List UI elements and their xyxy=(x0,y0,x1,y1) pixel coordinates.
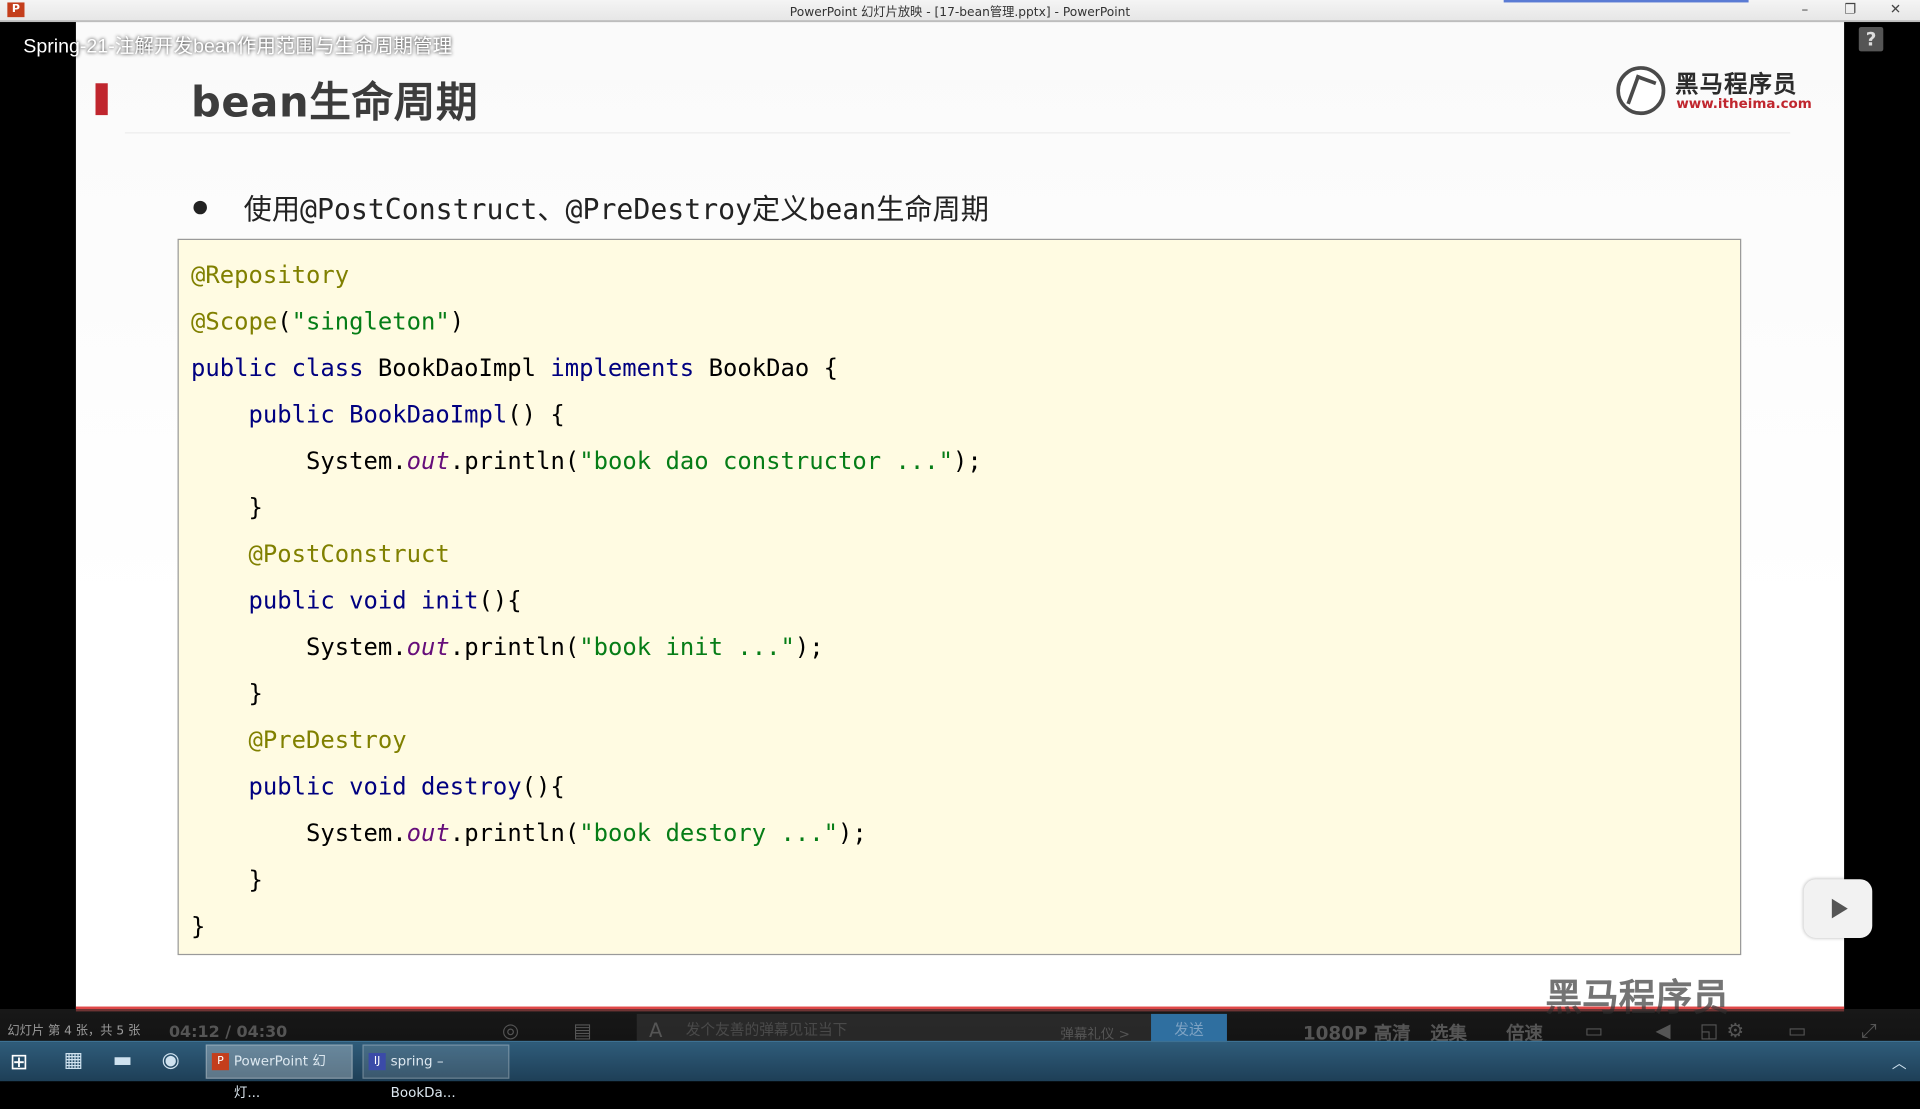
code-token: } xyxy=(191,865,263,894)
code-token: (){ xyxy=(521,772,565,801)
close-button[interactable]: ✕ xyxy=(1883,0,1907,20)
code-line: } xyxy=(191,904,982,951)
powerpoint-task-icon: P xyxy=(211,1053,229,1071)
file-explorer-icon[interactable]: ▬ xyxy=(113,1048,133,1072)
code-token: "singleton" xyxy=(291,307,450,336)
bullet-icon xyxy=(193,200,207,215)
code-token: ( xyxy=(277,307,292,336)
code-line: } xyxy=(191,857,982,904)
screen: P PowerPoint 幻灯片放映 - [17-bean管理.pptx] - … xyxy=(0,0,1920,1101)
code-line: System.out.println("book init ..."); xyxy=(191,624,982,671)
code-token: @PostConstruct xyxy=(191,540,450,569)
code-token: @Scope xyxy=(191,307,278,336)
code-line: @PostConstruct xyxy=(191,531,982,578)
code-token: } xyxy=(191,679,263,708)
code-line: @Repository xyxy=(191,252,982,299)
code-token: System. xyxy=(191,633,407,662)
code-token: init xyxy=(421,586,479,615)
code-line: public class BookDaoImpl implements Book… xyxy=(191,345,982,392)
task-label: spring – BookDa... xyxy=(390,1053,456,1101)
slide-counter: 幻灯片 第 4 张，共 5 张 xyxy=(7,1024,141,1039)
code-token: ); xyxy=(952,446,982,476)
app-grid-icon[interactable]: ▦ xyxy=(64,1048,84,1072)
heading-accent xyxy=(95,83,108,116)
itheima-logo: 黑马程序员 www.itheima.com xyxy=(1616,64,1812,123)
danmaku-toggle-icon[interactable]: ◎ xyxy=(502,1019,519,1042)
code-text: @Repository @Scope("singleton") public cla… xyxy=(191,252,982,950)
intellij-task-icon: IJ xyxy=(368,1053,386,1071)
code-token: out xyxy=(406,633,450,662)
code-token: } xyxy=(191,493,263,522)
code-token: public class xyxy=(191,353,378,383)
code-line: System.out.println("book dao constructor… xyxy=(191,438,982,485)
code-block: @Repository @Scope("singleton") public cla… xyxy=(177,238,1742,956)
code-token: (){ xyxy=(478,586,522,615)
code-token: public void xyxy=(191,772,422,801)
minimize-button[interactable]: – xyxy=(1793,0,1817,20)
danmaku-style-icon[interactable]: A xyxy=(649,1019,662,1042)
video-title: Spring-21-注解开发bean作用范围与生命周期管理 xyxy=(23,36,453,58)
code-line: } xyxy=(191,671,982,718)
windows-taskbar: ⊞ ▦ ▬ ◉ P PowerPoint 幻灯... IJ spring – B… xyxy=(0,1040,1920,1101)
code-token: ); xyxy=(794,633,824,662)
code-line: public void destroy(){ xyxy=(191,764,982,811)
tv-icon[interactable] xyxy=(1803,879,1873,938)
code-token: public void xyxy=(191,586,422,615)
subtitle-icon[interactable]: ▭ xyxy=(1585,1019,1604,1042)
code-token: System. xyxy=(191,819,407,848)
tray-chevron-icon[interactable]: ︿ xyxy=(1892,1052,1907,1073)
heading-divider xyxy=(124,132,1791,134)
code-token: BookDaoImpl xyxy=(377,353,551,383)
taskbar-powerpoint[interactable]: P PowerPoint 幻灯... xyxy=(205,1044,353,1101)
code-token: ); xyxy=(837,819,867,848)
code-token: public xyxy=(191,400,350,429)
slide: bean生命周期 黑马程序员 www.itheima.com 使用@PostCo… xyxy=(75,22,1845,1009)
fullscreen-icon[interactable]: ⤢ xyxy=(1861,1019,1877,1043)
window-titlebar: P PowerPoint 幻灯片放映 - [17-bean管理.pptx] - … xyxy=(0,0,1920,23)
code-token: () { xyxy=(507,400,565,429)
pip-icon[interactable]: ◱ xyxy=(1700,1019,1719,1042)
taskbar-intellij[interactable]: IJ spring – BookDa... xyxy=(362,1044,510,1101)
code-token: } xyxy=(191,912,206,941)
titlebar-progress xyxy=(1503,0,1749,3)
code-token: BookDaoImpl xyxy=(349,400,508,429)
code-line: } xyxy=(191,485,982,532)
slide-heading: bean生命周期 xyxy=(191,78,479,128)
code-token: System. xyxy=(191,446,407,476)
logo-name: 黑马程序员 xyxy=(1675,71,1798,98)
code-token: out xyxy=(406,819,450,848)
code-line: System.out.println("book destory ..."); xyxy=(191,811,982,858)
widescreen-icon[interactable]: ▭ xyxy=(1788,1019,1807,1042)
code-token: @Repository xyxy=(191,260,350,289)
code-token: .println( xyxy=(449,446,580,476)
code-token: destroy xyxy=(421,772,522,801)
code-token: .println( xyxy=(449,819,580,848)
code-token: out xyxy=(406,446,450,476)
help-icon[interactable]: ? xyxy=(1858,26,1884,52)
code-token: @PreDestroy xyxy=(191,726,407,755)
volume-icon[interactable]: ◀ xyxy=(1656,1019,1671,1042)
chrome-icon[interactable]: ◉ xyxy=(162,1048,180,1072)
code-token: implements xyxy=(550,353,709,383)
code-token: "book dao constructor ..." xyxy=(579,446,953,476)
code-token: BookDao { xyxy=(708,353,838,383)
code-token: "book destory ..." xyxy=(579,819,838,848)
logo-url: www.itheima.com xyxy=(1676,95,1812,112)
settings-icon[interactable]: ⚙ xyxy=(1727,1019,1745,1042)
code-token: ) xyxy=(449,307,465,336)
restore-button[interactable]: ❐ xyxy=(1838,0,1862,20)
code-line: @PreDestroy xyxy=(191,718,982,765)
code-token: "book init ..." xyxy=(579,633,795,662)
bullet-text: 使用@PostConstruct、@PreDestroy定义bean生命周期 xyxy=(243,194,989,227)
windows-start-icon[interactable]: ⊞ xyxy=(10,1049,28,1075)
window-title: PowerPoint 幻灯片放映 - [17-bean管理.pptx] - Po… xyxy=(789,6,1131,20)
task-label: PowerPoint 幻灯... xyxy=(233,1053,326,1101)
code-token: .println( xyxy=(449,633,580,662)
horse-logo-icon xyxy=(1616,66,1666,116)
code-line: public void init(){ xyxy=(191,578,982,625)
danmaku-settings-icon[interactable]: ▤ xyxy=(573,1019,592,1042)
playback-time: 04:12 / 04:30 xyxy=(168,1023,288,1043)
code-line: @Scope("singleton") xyxy=(191,299,982,346)
code-line: public BookDaoImpl() { xyxy=(191,392,982,439)
